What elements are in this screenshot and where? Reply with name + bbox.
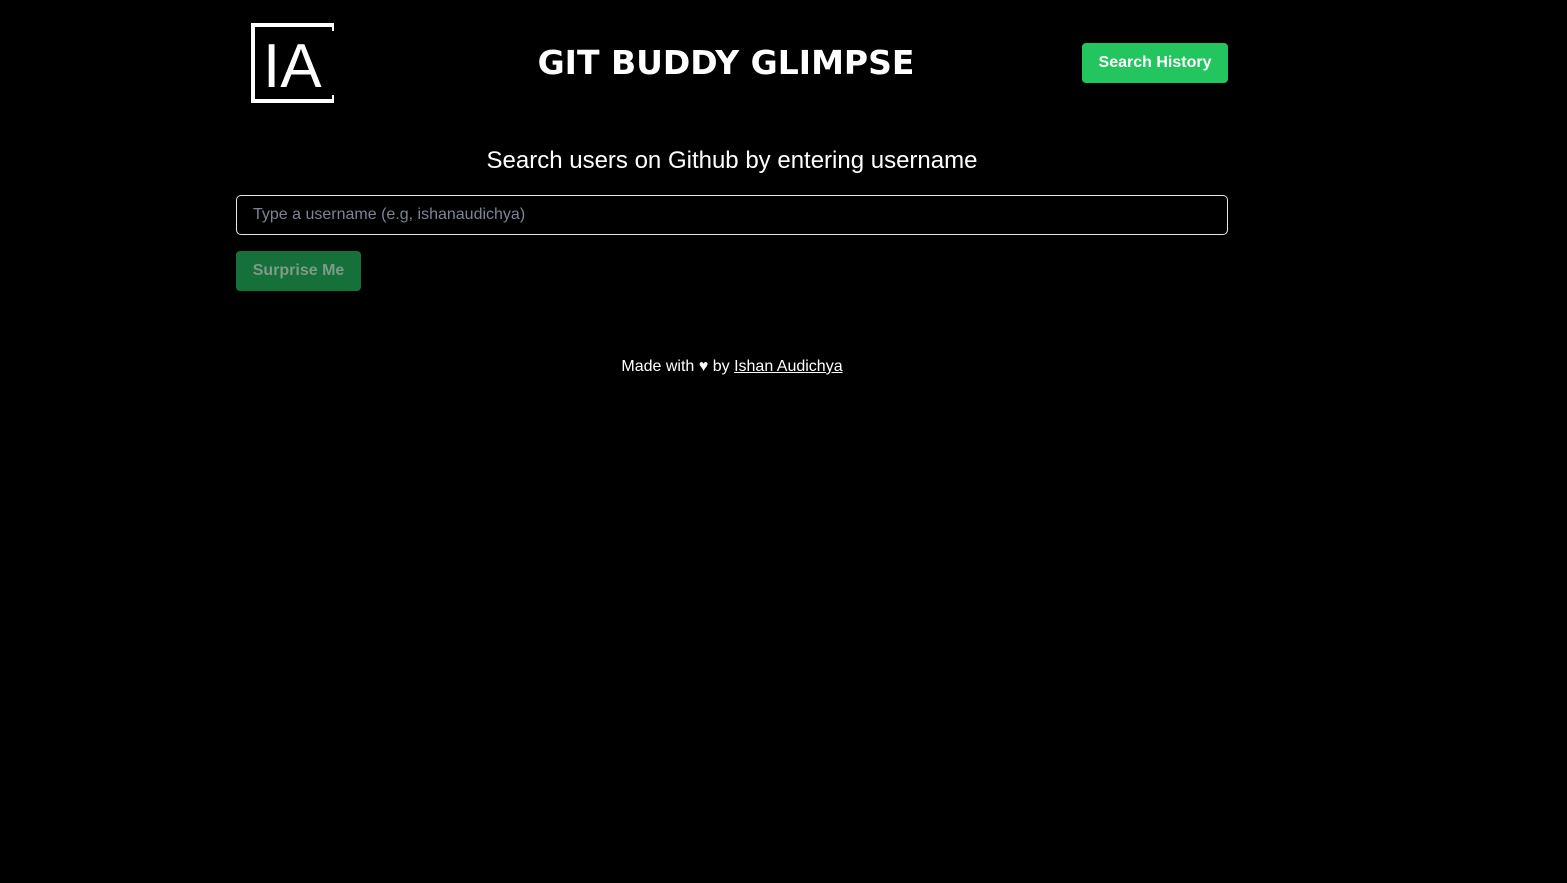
search-history-button[interactable]: Search History	[1082, 43, 1228, 83]
author-link[interactable]: Ishan Audichya	[734, 358, 843, 375]
logo-text: IA	[263, 32, 322, 101]
footer: Made with ♥ by Ishan Audichya	[236, 356, 1228, 378]
footer-prefix: Made with	[621, 358, 695, 375]
username-search-input[interactable]	[236, 195, 1228, 235]
heart-icon: ♥	[698, 358, 709, 375]
footer-by: by	[712, 358, 730, 375]
surprise-me-button[interactable]: Surprise Me	[236, 251, 361, 291]
page-subtitle: Search users on Github by entering usern…	[486, 147, 978, 174]
page: IA GIT BUDDY GLIMPSE Search History Sear…	[0, 0, 1567, 883]
ia-logo-icon[interactable]: IA	[251, 23, 334, 103]
app-title: GIT BUDDY GLIMPSE	[537, 43, 915, 82]
